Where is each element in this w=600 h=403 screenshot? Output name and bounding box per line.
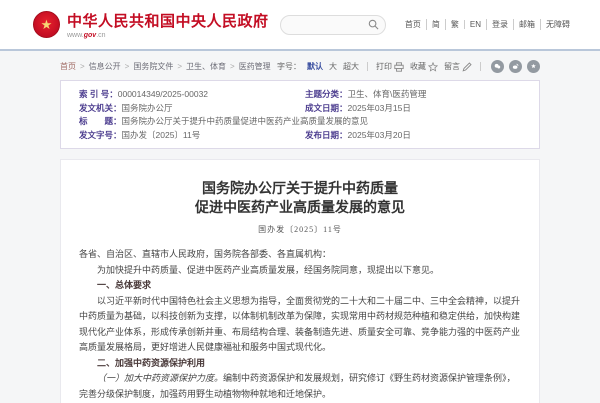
font-size-large[interactable]: 大 xyxy=(329,61,337,72)
font-size-xlarge[interactable]: 超大 xyxy=(343,61,359,72)
meta-value: 卫生、体育\医药管理 xyxy=(348,88,427,102)
breadcrumb-state-council-docs[interactable]: 国务院文件 xyxy=(133,61,173,72)
gov-cn-document-page: ★ 中华人民共和国中央人民政府 www.gov.cn 首页 简 繁 EN 登录 … xyxy=(0,0,600,403)
site-logo[interactable]: ★ 中华人民共和国中央人民政府 www.gov.cn xyxy=(33,10,269,39)
breadcrumb: 首页 > 信息公开 > 国务院文件 > 卫生、体育 > 医药管理 xyxy=(60,61,271,72)
site-url-prefix: www. xyxy=(67,32,84,39)
wechat-share-icon[interactable] xyxy=(491,60,504,73)
national-emblem-icon: ★ xyxy=(33,11,60,38)
document-body: 各省、自治区、直辖市人民政府，国务院各部委、各直属机构： 为加快提升中药质量、促… xyxy=(79,247,521,403)
print-button[interactable]: 打印 xyxy=(376,61,404,72)
toolbar-divider xyxy=(367,62,368,71)
meta-written-date: 成文日期： 2025年03月15日 xyxy=(305,102,521,116)
search-input[interactable] xyxy=(291,20,368,29)
nav-link-accessibility[interactable]: 无障碍 xyxy=(540,19,575,30)
nav-link-login[interactable]: 登录 xyxy=(486,19,513,30)
breadcrumb-separator: > xyxy=(177,62,182,71)
breadcrumb-separator: > xyxy=(230,62,235,71)
top-nav-links: 首页 简 繁 EN 登录 邮箱 无障碍 xyxy=(400,19,575,30)
site-title: 中华人民共和国中央人民政府 xyxy=(67,10,269,31)
printer-icon xyxy=(394,62,404,72)
header-right: 首页 简 繁 EN 登录 邮箱 无障碍 xyxy=(280,15,575,35)
meta-value: 国务院办公厅 xyxy=(122,102,173,116)
search-box[interactable] xyxy=(280,15,386,35)
document-content-box: 国务院办公厅关于提升中药质量 促进中医药产业高质量发展的意见 国办发〔2025〕… xyxy=(60,159,540,403)
meta-title: 标 题： 国务院办公厅关于提升中药质量促进中医药产业高质量发展的意见 xyxy=(79,115,521,129)
site-url-gov: gov xyxy=(84,32,96,39)
site-url: www.gov.cn xyxy=(67,32,269,39)
body-paragraph: 以习近平新时代中国特色社会主义思想为指导，全面贯彻党的二十大和二十届二中、三中全… xyxy=(79,294,521,356)
meta-label: 发布日期： xyxy=(305,129,348,143)
breadcrumb-toolbar-row: 首页 > 信息公开 > 国务院文件 > 卫生、体育 > 医药管理 字号： 默认 … xyxy=(60,51,540,80)
meta-publish-date: 发布日期： 2025年03月20日 xyxy=(305,129,521,143)
more-share-icon[interactable] xyxy=(527,60,540,73)
section-heading-1: 一、总体要求 xyxy=(79,278,521,294)
page-toolbar: 字号： 默认 大 超大 打印 收藏 留言 xyxy=(277,60,540,73)
print-label: 打印 xyxy=(376,61,392,72)
meta-label: 发文字号： xyxy=(79,129,122,143)
nav-link-traditional[interactable]: 繁 xyxy=(445,19,464,30)
site-url-suffix: .cn xyxy=(96,32,105,39)
document-title-line1: 国务院办公厅关于提升中药质量 xyxy=(79,180,521,199)
meta-value: 2025年03月20日 xyxy=(348,129,411,143)
document-number: 国办发〔2025〕11号 xyxy=(79,224,521,235)
meta-issuing-agency: 发文机关： 国务院办公厅 xyxy=(79,102,295,116)
meta-label: 成文日期： xyxy=(305,102,348,116)
nav-link-home[interactable]: 首页 xyxy=(400,19,426,30)
document-meta-box: 索 引 号： 000014349/2025-00032 主题分类： 卫生、体育\… xyxy=(60,80,540,149)
meta-value: 国办发〔2025〕11号 xyxy=(122,129,201,143)
meta-index-number: 索 引 号： 000014349/2025-00032 xyxy=(79,88,295,102)
meta-value: 国务院办公厅关于提升中药质量促进中医药产业高质量发展的意见 xyxy=(122,115,369,129)
favorite-label: 收藏 xyxy=(410,61,426,72)
breadcrumb-info-disclosure[interactable]: 信息公开 xyxy=(89,61,121,72)
meta-label: 主题分类： xyxy=(305,88,348,102)
search-icon[interactable] xyxy=(368,19,379,30)
font-size-label: 字号： xyxy=(277,61,301,72)
breadcrumb-health-sports[interactable]: 卫生、体育 xyxy=(186,61,226,72)
salutation-paragraph: 各省、自治区、直辖市人民政府，国务院各部委、各直属机构： xyxy=(79,247,521,263)
breadcrumb-separator: > xyxy=(80,62,85,71)
item-lead: （一）加大中药资源保护力度。 xyxy=(97,373,223,383)
site-header: ★ 中华人民共和国中央人民政府 www.gov.cn 首页 简 繁 EN 登录 … xyxy=(0,0,600,51)
pencil-icon xyxy=(462,62,472,72)
meta-doc-number: 发文字号： 国办发〔2025〕11号 xyxy=(79,129,295,143)
breadcrumb-separator: > xyxy=(125,62,130,71)
document-title-line2: 促进中医药产业高质量发展的意见 xyxy=(79,199,521,218)
nav-link-simplified[interactable]: 简 xyxy=(426,19,445,30)
nav-link-english[interactable]: EN xyxy=(464,20,486,29)
font-size-default[interactable]: 默认 xyxy=(307,61,323,72)
share-icons-group xyxy=(491,60,540,73)
comment-label: 留言 xyxy=(444,61,460,72)
section-heading-2: 二、加强中药资源保护利用 xyxy=(79,356,521,372)
star-icon xyxy=(428,62,438,72)
toolbar-divider xyxy=(480,62,481,71)
nav-link-mail[interactable]: 邮箱 xyxy=(513,19,540,30)
meta-value: 2025年03月15日 xyxy=(348,102,411,116)
meta-label: 发文机关： xyxy=(79,102,122,116)
body-paragraph: （一）加大中药资源保护力度。编制中药资源保护和发展规划，研究修订《野生药材资源保… xyxy=(79,371,521,402)
meta-value: 000014349/2025-00032 xyxy=(118,88,208,102)
breadcrumb-medicine-admin[interactable]: 医药管理 xyxy=(239,61,271,72)
comment-button[interactable]: 留言 xyxy=(444,61,472,72)
weibo-share-icon[interactable] xyxy=(509,60,522,73)
document-title: 国务院办公厅关于提升中药质量 促进中医药产业高质量发展的意见 xyxy=(79,180,521,218)
meta-label: 标 题： xyxy=(79,115,122,129)
intro-paragraph: 为加快提升中药质量、促进中医药产业高质量发展，经国务院同意，现提出以下意见。 xyxy=(79,263,521,279)
meta-label: 索 引 号： xyxy=(79,88,118,102)
site-logo-text: 中华人民共和国中央人民政府 www.gov.cn xyxy=(67,10,269,39)
favorite-button[interactable]: 收藏 xyxy=(410,61,438,72)
meta-topic-category: 主题分类： 卫生、体育\医药管理 xyxy=(305,88,521,102)
breadcrumb-home[interactable]: 首页 xyxy=(60,61,76,72)
